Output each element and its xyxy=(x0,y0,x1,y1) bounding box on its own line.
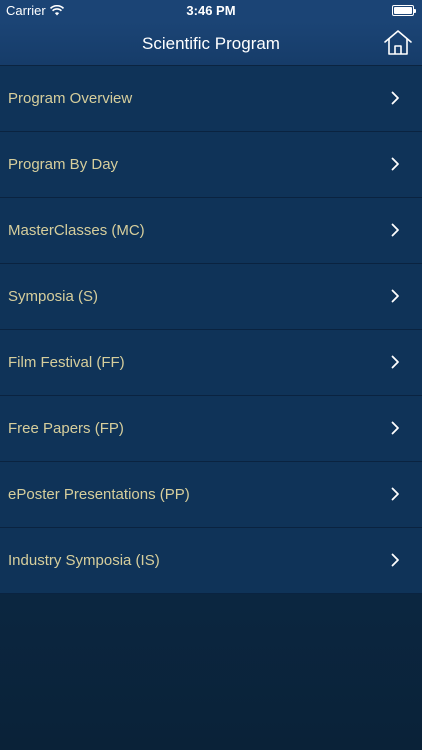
chevron-right-icon xyxy=(391,91,399,105)
page-title: Scientific Program xyxy=(142,34,280,53)
chevron-right-icon xyxy=(391,421,399,435)
chevron-right-icon xyxy=(391,289,399,303)
menu-item-label: MasterClasses (MC) xyxy=(8,222,145,239)
battery-icon xyxy=(392,5,416,16)
menu-item-label: Free Papers (FP) xyxy=(8,420,124,437)
status-time: 3:46 PM xyxy=(186,3,236,18)
navigation-bar: Scientific Program xyxy=(0,22,422,66)
status-bar: Carrier 3:46 PM xyxy=(0,0,422,22)
home-button[interactable] xyxy=(382,28,414,58)
menu-item-label: Symposia (S) xyxy=(8,288,99,305)
menu-item-label: Film Festival (FF) xyxy=(8,354,125,371)
chevron-right-icon xyxy=(391,355,399,369)
menu-item-eposter-presentations[interactable]: ePoster Presentations (PP) xyxy=(0,462,422,528)
menu-item-label: Program By Day xyxy=(8,156,119,173)
menu-item-free-papers[interactable]: Free Papers (FP) xyxy=(0,396,422,462)
menu-item-program-by-day[interactable]: Program By Day xyxy=(0,132,422,198)
menu-item-program-overview[interactable]: Program Overview xyxy=(0,66,422,132)
menu-item-film-festival[interactable]: Film Festival (FF) xyxy=(0,330,422,396)
chevron-right-icon xyxy=(391,223,399,237)
menu-item-masterclasses[interactable]: MasterClasses (MC) xyxy=(0,198,422,264)
home-icon xyxy=(384,30,412,55)
menu-item-label: Program Overview xyxy=(8,90,133,107)
menu-item-label: Industry Symposia (IS) xyxy=(8,552,160,569)
chevron-right-icon xyxy=(391,157,399,171)
program-menu-list: Program Overview Program By Day MasterCl… xyxy=(0,66,422,594)
menu-item-industry-symposia[interactable]: Industry Symposia (IS) xyxy=(0,528,422,594)
menu-item-label: ePoster Presentations (PP) xyxy=(8,486,190,503)
menu-item-symposia[interactable]: Symposia (S) xyxy=(0,264,422,330)
chevron-right-icon xyxy=(391,553,399,567)
chevron-right-icon xyxy=(391,487,399,501)
